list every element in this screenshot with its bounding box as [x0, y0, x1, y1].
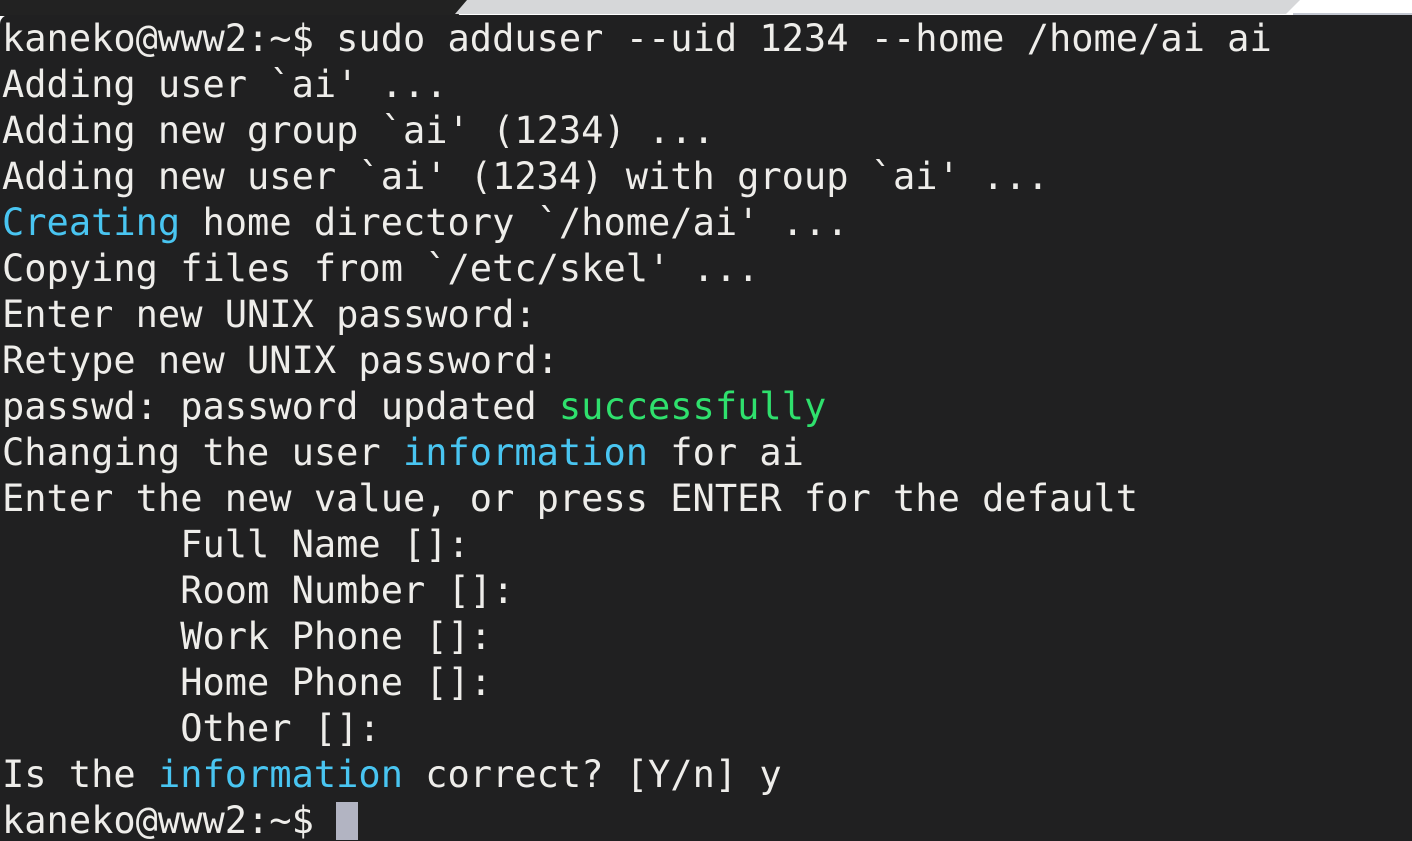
terminal-text-segment: Other []: — [2, 707, 381, 750]
terminal-line: Other []: — [0, 706, 1412, 752]
terminal-text-segment: information — [157, 753, 403, 796]
terminal-text-segment: passwd: password updated — [2, 385, 559, 428]
terminal-window[interactable]: kaneko@www2:~$ sudo adduser --uid 1234 -… — [0, 15, 1412, 841]
terminal-output-screen[interactable]: kaneko@www2:~$ sudo adduser --uid 1234 -… — [0, 16, 1412, 841]
terminal-line: Home Phone []: — [0, 660, 1412, 706]
terminal-text-segment: home directory `/home/ai' ... — [180, 201, 849, 244]
terminal-text-segment: Adding new group `ai' (1234) ... — [2, 109, 715, 152]
terminal-text-segment: Full Name []: — [2, 523, 470, 566]
terminal-line: Work Phone []: — [0, 614, 1412, 660]
terminal-line: Adding user `ai' ... — [0, 62, 1412, 108]
terminal-line: Copying files from `/etc/skel' ... — [0, 246, 1412, 292]
terminal-text-segment: kaneko@www2:~$ — [2, 799, 337, 841]
terminal-text-segment: Room Number []: — [2, 569, 515, 612]
terminal-text-segment: Adding new user `ai' (1234) with group `… — [2, 155, 1049, 198]
terminal-text-segment: Enter new UNIX password: — [2, 293, 537, 336]
terminal-text-segment: Is the — [2, 753, 158, 796]
terminal-line: Creating home directory `/home/ai' ... — [0, 200, 1412, 246]
terminal-text-segment: Work Phone []: — [2, 615, 493, 658]
terminal-line: Changing the user information for ai — [0, 430, 1412, 476]
window-chrome-left-fill — [0, 0, 468, 16]
terminal-text-segment: Enter the new value, or press ENTER for … — [2, 477, 1139, 520]
terminal-text-segment: Copying files from `/etc/skel' ... — [2, 247, 760, 290]
terminal-line: Full Name []: — [0, 522, 1412, 568]
terminal-line: kaneko@www2:~$ — [0, 798, 1412, 841]
terminal-line: Is the information correct? [Y/n] y — [0, 752, 1412, 798]
terminal-window-tab[interactable] — [455, 0, 1300, 14]
terminal-text-segment: information — [402, 431, 649, 474]
terminal-text-segment: correct? [Y/n] y — [402, 753, 782, 796]
terminal-text-segment: Creating — [2, 201, 181, 244]
terminal-text-segment: Changing the user — [2, 431, 403, 474]
terminal-line: Adding new group `ai' (1234) ... — [0, 108, 1412, 154]
terminal-line: Enter the new value, or press ENTER for … — [0, 476, 1412, 522]
terminal-line: passwd: password updated successfully — [0, 384, 1412, 430]
terminal-text-segment: successfully — [558, 385, 827, 428]
terminal-cursor — [336, 802, 359, 840]
terminal-text-segment: Adding user `ai' ... — [2, 63, 448, 106]
terminal-line: Room Number []: — [0, 568, 1412, 614]
terminal-text-segment: for ai — [648, 431, 804, 474]
terminal-line: Enter new UNIX password: — [0, 292, 1412, 338]
terminal-line: Adding new user `ai' (1234) with group `… — [0, 154, 1412, 200]
terminal-text-segment: kaneko@www2:~$ sudo adduser --uid 1234 -… — [2, 17, 1272, 60]
terminal-text-segment: Home Phone []: — [2, 661, 493, 704]
terminal-line: Retype new UNIX password: — [0, 338, 1412, 384]
terminal-text-segment: Retype new UNIX password: — [2, 339, 559, 382]
terminal-line: kaneko@www2:~$ sudo adduser --uid 1234 -… — [0, 16, 1412, 62]
window-chrome-bar — [0, 0, 1412, 16]
